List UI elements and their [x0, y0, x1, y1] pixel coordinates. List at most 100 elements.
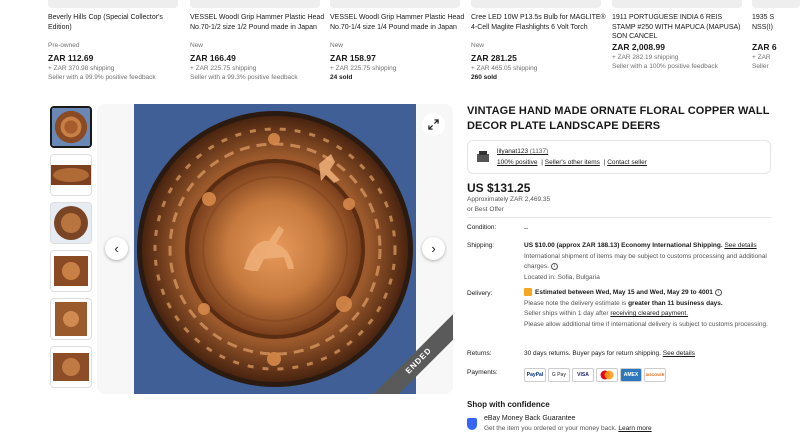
discover-icon: DISCOVER: [644, 368, 666, 382]
seller-links: 100% positive | Seller's other items | C…: [497, 159, 647, 166]
thumbnail-image[interactable]: [50, 106, 92, 148]
delivery-estimate: Estimated between Wed, May 15 and Wed, M…: [535, 289, 713, 296]
carousel-card-extra: Seller with a 99.9% positive feedback: [48, 74, 156, 81]
seller-positive-link[interactable]: 100% positive: [497, 159, 537, 166]
carousel-card-price: ZAR 112.69: [48, 53, 94, 63]
carousel-card-title[interactable]: VESSEL WoodI Grip Hammer Plastic Head No…: [330, 13, 465, 32]
carousel-card-condition: Pre-owned: [48, 42, 80, 49]
delivery-truck-icon: [524, 288, 532, 297]
cleared-payment-link[interactable]: receiving cleared payment.: [610, 310, 688, 317]
carousel-card[interactable]: VESSEL WoodI Grip Hammer Plastic Head No…: [330, 0, 465, 92]
best-offer-label: or Best Offer: [467, 206, 504, 213]
carousel-card-shipping: + ZAR 465.05 shipping: [471, 65, 538, 72]
seller-other-items-link[interactable]: Seller's other items: [545, 159, 600, 166]
returns-see-details-link[interactable]: See details: [663, 350, 695, 357]
returns-info: 30 days returns. Buyer pays for return s…: [524, 349, 774, 360]
carousel-card-title[interactable]: 1935 S NSS(I): [752, 13, 782, 32]
info-icon[interactable]: i: [550, 262, 558, 270]
carousel-card-shipping: + ZAR 225.75 shipping: [190, 65, 257, 72]
carousel-card-extra: Seller: [752, 63, 769, 70]
carousel-card-title[interactable]: Beverly Hills Cop (Special Collector's E…: [48, 13, 183, 32]
info-icon[interactable]: i: [714, 288, 722, 296]
mastercard-icon: [596, 368, 618, 382]
carousel-card-image[interactable]: [752, 0, 800, 8]
thumbnail-image[interactable]: [50, 202, 92, 244]
carousel-card-image[interactable]: [190, 0, 320, 8]
shipping-info: US $10.00 (approx ZAR 188.13) Economy In…: [524, 241, 774, 283]
carousel-card-image[interactable]: [612, 0, 742, 8]
condition-value: --: [524, 225, 529, 232]
divider: [467, 217, 771, 218]
previous-image-button[interactable]: ‹: [105, 237, 128, 260]
expand-image-button[interactable]: [422, 113, 445, 136]
carousel-card[interactable]: 1935 S NSS(I) ZAR 6 + ZAR Seller: [752, 0, 800, 92]
item-price: US $131.25: [467, 181, 531, 195]
shipping-main: US $10.00 (approx ZAR 188.13) Economy In…: [524, 242, 723, 249]
carousel-card-condition: New: [330, 42, 344, 49]
carousel-card-price: ZAR 281.25: [471, 53, 517, 63]
ships-within-note: Seller ships within 1 day after: [524, 310, 609, 317]
guarantee-subtitle: Get the item you ordered or your money b…: [484, 425, 652, 432]
returns-label: Returns:: [467, 350, 492, 357]
shipping-see-details-link[interactable]: See details: [724, 242, 756, 249]
customs-note: Please allow additional time if internat…: [524, 320, 768, 328]
paypal-icon: PayPal: [524, 368, 546, 382]
main-product-image[interactable]: [134, 104, 416, 394]
seller-name[interactable]: lilyanat123: [497, 148, 528, 155]
carousel-card-shipping: + ZAR 370.98 shipping: [48, 65, 115, 72]
thumbnail-image[interactable]: [50, 250, 92, 292]
carousel-card-image[interactable]: [48, 0, 178, 8]
carousel-card[interactable]: 1911 PORTUGUESE INDIA 6 REIS STAMP #250 …: [612, 0, 747, 92]
carousel-card-price: ZAR 166.49: [190, 53, 236, 63]
payment-methods: PayPal G Pay VISA AMEX DISCOVER: [524, 368, 666, 382]
chevron-left-icon: ‹: [114, 241, 119, 256]
learn-more-link[interactable]: Learn more: [618, 425, 651, 432]
shield-icon: [467, 418, 477, 430]
returns-value: 30 days returns. Buyer pays for return s…: [524, 350, 661, 357]
carousel-card-title[interactable]: VESSEL WoodI Grip Hammer Plastic Head No…: [190, 13, 325, 32]
carousel-card[interactable]: VESSEL WoodI Grip Hammer Plastic Head No…: [190, 0, 325, 92]
payments-label: Payments:: [467, 369, 498, 376]
seller-name-link[interactable]: lilyanat123 (1137): [497, 148, 548, 155]
carousel-card-extra: 24 sold: [330, 74, 353, 81]
carousel-card-shipping: + ZAR: [752, 54, 771, 61]
thumbnail-image[interactable]: [50, 154, 92, 196]
guarantee-title: eBay Money Back Guarantee: [484, 415, 576, 422]
carousel-card-shipping: + ZAR 225.75 shipping: [330, 65, 397, 72]
carousel-card[interactable]: Beverly Hills Cop (Special Collector's E…: [48, 0, 183, 92]
delivery-info: Estimated between Wed, May 15 and Wed, M…: [524, 288, 774, 330]
contact-seller-link[interactable]: Contact seller: [607, 159, 647, 166]
thumbnail-image[interactable]: [50, 298, 92, 340]
google-pay-icon: G Pay: [548, 368, 570, 382]
seller-feedback-count: (1137): [529, 148, 549, 155]
thumbnail-image[interactable]: [50, 346, 92, 388]
image-viewer: ‹ › ENDED: [97, 104, 453, 394]
carousel-card-image[interactable]: [330, 0, 460, 8]
carousel-card-condition: New: [190, 42, 204, 49]
carousel-card-price: ZAR 2,008.99: [612, 42, 665, 52]
delivery-label: Delivery:: [467, 290, 493, 297]
carousel-card-image[interactable]: [471, 0, 601, 8]
carousel-card-price: ZAR 158.97: [330, 53, 376, 63]
chevron-right-icon: ›: [431, 241, 436, 256]
listing-title: VINTAGE HAND MADE ORNATE FLORAL COPPER W…: [467, 105, 770, 132]
carousel-card-title[interactable]: 1911 PORTUGUESE INDIA 6 REIS STAMP #250 …: [612, 13, 747, 42]
guarantee-text: Get the item you ordered or your money b…: [484, 425, 617, 432]
condition-label: Condition:: [467, 224, 497, 231]
carousel-card[interactable]: Cree LED 10W P13.5s Bulb for MAGLITE® 4-…: [471, 0, 606, 92]
shipping-label: Shipping:: [467, 242, 495, 249]
carousel-card-extra: Seller with a 99.3% positive feedback: [190, 74, 298, 81]
next-image-button[interactable]: ›: [422, 237, 445, 260]
seller-card: lilyanat123 (1137) 100% positive | Selle…: [467, 140, 771, 174]
carousel-card-extra: 260 sold: [471, 74, 498, 81]
carousel-card-title[interactable]: Cree LED 10W P13.5s Bulb for MAGLITE® 4-…: [471, 13, 606, 32]
visa-icon: VISA: [572, 368, 594, 382]
thumbnail-strip: [48, 104, 94, 394]
approx-price: Approximately ZAR 2,469.35: [467, 196, 551, 203]
shop-confidence-title: Shop with confidence: [467, 400, 550, 409]
delivery-note-highlight: greater than 11 business days.: [628, 299, 723, 307]
carousel-card-condition: New: [471, 42, 485, 49]
amex-icon: AMEX: [620, 368, 642, 382]
item-location: Located in: Sofia, Bulgaria: [524, 273, 600, 281]
delivery-note-prefix: Please note the delivery estimate is: [524, 299, 627, 307]
